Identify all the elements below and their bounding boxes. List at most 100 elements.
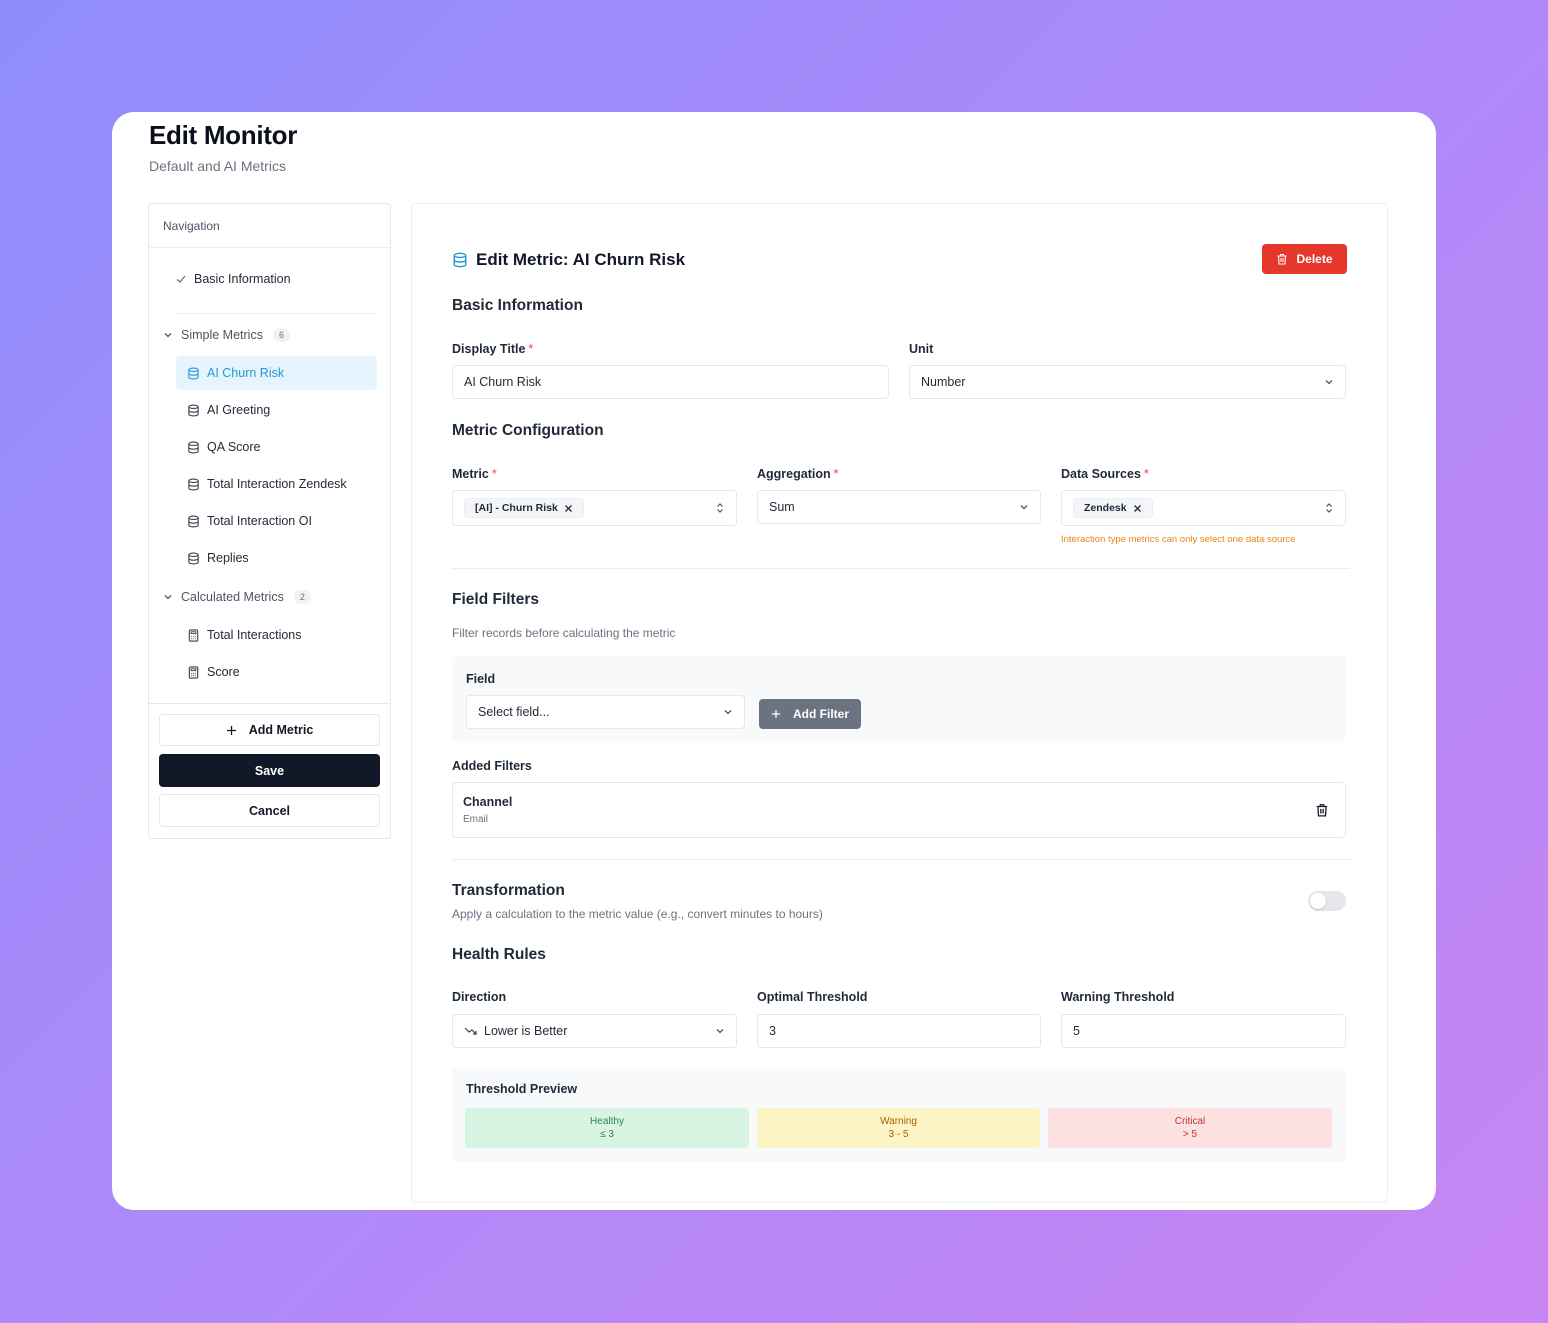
display-title-input[interactable]: AI Churn Risk [452, 365, 889, 399]
page-title: Edit Monitor [149, 120, 298, 150]
field-placeholder: Select field... [478, 705, 550, 719]
save-button[interactable]: Save [159, 754, 380, 787]
nav-divider [175, 313, 376, 314]
sidebar-item-qa-score[interactable]: QA Score [176, 430, 377, 464]
calculated-metrics-group[interactable]: Calculated Metrics 2 [163, 590, 311, 604]
delete-button[interactable]: Delete [1262, 244, 1347, 274]
simple-metrics-group[interactable]: Simple Metrics 6 [163, 328, 290, 342]
metric-select[interactable]: [AI] - Churn Risk [452, 490, 737, 526]
field-label: Field [466, 672, 496, 686]
unit-label: Unit [909, 342, 934, 356]
healthy-range: ≤ 3 [600, 1129, 614, 1140]
add-metric-button[interactable]: Add Metric [159, 714, 380, 746]
database-icon [453, 252, 467, 268]
threshold-preview-label: Threshold Preview [466, 1082, 578, 1096]
unit-value: Number [921, 375, 966, 389]
sidebar-item-total-interactions[interactable]: Total Interactions [176, 618, 377, 652]
optimal-threshold-input[interactable]: 3 [757, 1014, 1041, 1048]
added-filter-item: Channel Email [452, 782, 1346, 838]
added-filters-label: Added Filters [452, 759, 532, 773]
delete-label: Delete [1296, 252, 1333, 266]
healthy-zone: Healthy ≤ 3 [465, 1108, 749, 1148]
add-filter-label: Add Filter [793, 707, 849, 721]
warning-threshold-input[interactable]: 5 [1061, 1014, 1346, 1048]
threshold-preview: Threshold Preview Healthy ≤ 3 Warning 3 … [452, 1068, 1346, 1162]
transformation-heading: Transformation [452, 882, 565, 899]
plus-icon [226, 725, 236, 735]
calculator-icon [188, 628, 199, 642]
sidebar-footer-divider [149, 703, 390, 704]
filter-builder: Field Select field... Add Filter [452, 656, 1346, 741]
warning-threshold-label: Warning Threshold [1061, 990, 1175, 1004]
section-divider [452, 859, 1350, 860]
simple-metrics-label: Simple Metrics [181, 328, 263, 342]
unit-select[interactable]: Number [909, 365, 1346, 399]
sidebar-item-total-interaction-oi[interactable]: Total Interaction OI [176, 504, 377, 538]
navigation-title: Navigation [149, 204, 390, 248]
edit-metric-title-text: Edit Metric: AI Churn Risk [476, 250, 686, 269]
edit-metric-panel: Edit Metric: AI Churn Risk Delete Basic … [411, 203, 1388, 1203]
trash-icon[interactable] [1315, 803, 1329, 817]
data-source-chip-label: Zendesk [1084, 502, 1127, 514]
close-icon[interactable] [564, 504, 573, 513]
filter-value: Email [463, 814, 489, 825]
sidebar-item-replies[interactable]: Replies [176, 541, 377, 575]
warning-zone: Warning 3 - 5 [757, 1108, 1040, 1148]
sidebar-item-ai-greeting[interactable]: AI Greeting [176, 393, 377, 427]
direction-value: Lower is Better [484, 1024, 568, 1038]
direction-label: Direction [452, 990, 507, 1004]
sidebar-item-label: Total Interaction OI [207, 514, 312, 528]
display-title-label: Display Title * [452, 342, 534, 356]
plus-icon [772, 710, 780, 718]
edit-metric-title: Edit Metric: AI Churn Risk [452, 250, 685, 270]
chevron-down-icon [164, 595, 172, 600]
field-filters-description: Filter records before calculating the me… [452, 626, 676, 640]
chevron-down-icon [1325, 380, 1333, 385]
page-subtitle: Default and AI Metrics [149, 158, 286, 174]
basic-information-heading: Basic Information [452, 297, 583, 314]
sidebar-item-score[interactable]: Score [176, 655, 377, 689]
chevron-down-icon [164, 333, 172, 338]
data-sources-label: Data Sources * [1061, 467, 1149, 481]
edit-monitor-card: Edit Monitor Default and AI Metrics Navi… [112, 112, 1436, 1210]
warning-range: 3 - 5 [888, 1129, 909, 1140]
aggregation-label: Aggregation * [757, 467, 839, 481]
warning-label: Warning [880, 1116, 917, 1127]
field-select[interactable]: Select field... [466, 695, 745, 729]
add-metric-label: Add Metric [248, 723, 314, 737]
chevron-up-down-icon [717, 503, 723, 513]
database-icon [188, 552, 199, 564]
chevron-down-icon [716, 1029, 724, 1034]
cancel-button[interactable]: Cancel [159, 794, 380, 827]
aggregation-select[interactable]: Sum [757, 490, 1041, 524]
close-icon[interactable] [1133, 504, 1142, 513]
healthy-label: Healthy [590, 1116, 624, 1127]
critical-range: > 5 [1182, 1129, 1198, 1140]
data-sources-select[interactable]: Zendesk [1061, 490, 1346, 526]
sidebar-item-total-interaction-zendesk[interactable]: Total Interaction Zendesk [176, 467, 377, 501]
nav-basic-information-label: Basic Information [194, 272, 291, 286]
sidebar-item-label: AI Churn Risk [207, 366, 285, 380]
database-icon [188, 367, 199, 379]
trending-down-icon [464, 1027, 477, 1035]
database-icon [188, 404, 199, 416]
database-icon [188, 478, 199, 490]
direction-select[interactable]: Lower is Better [452, 1014, 737, 1048]
nav-basic-information[interactable]: Basic Information [175, 272, 291, 286]
check-icon [176, 275, 186, 283]
transformation-description: Apply a calculation to the metric value … [452, 907, 823, 921]
optimal-threshold-value: 3 [769, 1024, 776, 1038]
critical-zone: Critical > 5 [1048, 1108, 1332, 1148]
sidebar-item-ai-churn-risk[interactable]: AI Churn Risk [176, 356, 377, 390]
calculated-metrics-count: 2 [293, 590, 311, 604]
display-title-value: AI Churn Risk [464, 375, 542, 389]
data-sources-hint: Interaction type metrics can only select… [1061, 534, 1296, 545]
database-icon [188, 441, 199, 453]
filter-name: Channel [463, 795, 513, 809]
aggregation-label-text: Aggregation [757, 467, 831, 481]
optimal-threshold-label: Optimal Threshold [757, 990, 868, 1004]
sidebar-item-label: QA Score [207, 440, 261, 454]
add-filter-button[interactable]: Add Filter [759, 699, 861, 729]
chevron-down-icon [724, 710, 732, 715]
transformation-toggle[interactable] [1308, 891, 1346, 911]
